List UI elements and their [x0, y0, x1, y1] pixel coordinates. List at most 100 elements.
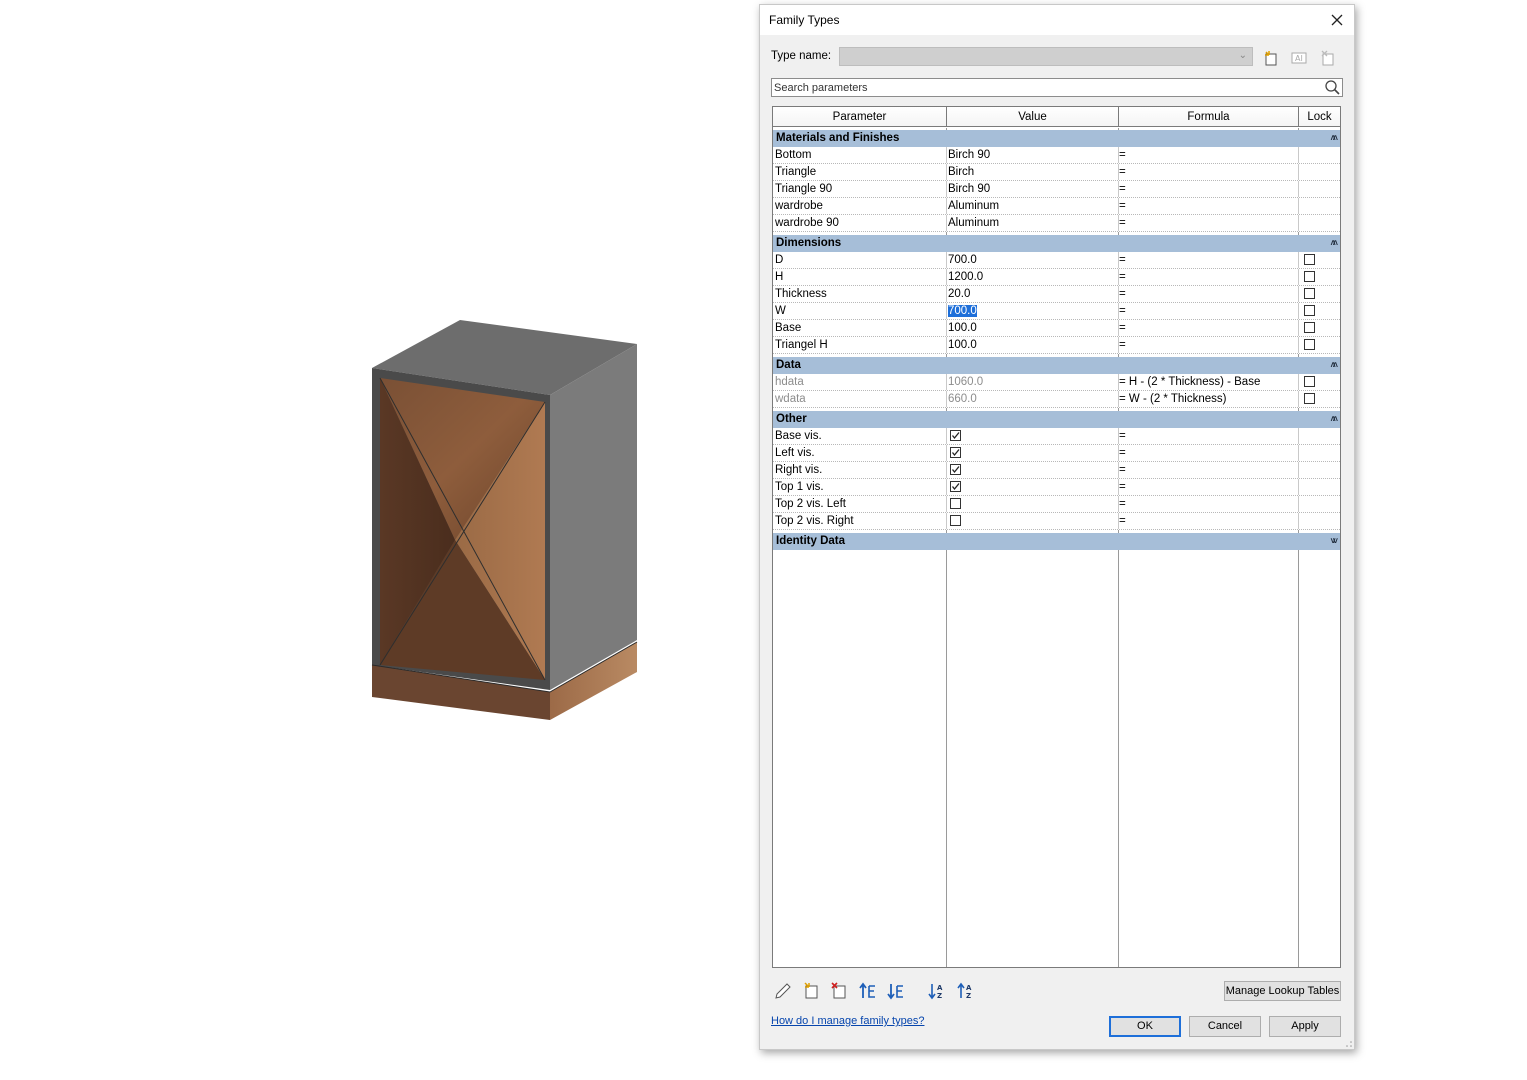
collapse-icon[interactable]: ˄˄ — [1330, 411, 1337, 428]
move-down-button[interactable] — [886, 982, 906, 1000]
parameter-value[interactable]: 20.0 — [948, 286, 1116, 302]
parameter-row[interactable]: wardrobe Aluminum = — [773, 198, 1340, 215]
parameter-value[interactable]: 100.0 — [948, 337, 1116, 353]
cancel-button[interactable]: Cancel — [1189, 1016, 1261, 1037]
parameter-row[interactable]: wdata 660.0 = W - (2 * Thickness) — [773, 391, 1340, 408]
parameter-formula[interactable]: = — [1119, 164, 1297, 180]
lock-checkbox[interactable] — [1304, 305, 1315, 316]
group-header[interactable]: Materials and Finishes ˄˄ — [773, 130, 1340, 147]
collapse-icon[interactable]: ˄˄ — [1330, 235, 1337, 252]
value-checkbox[interactable] — [950, 481, 961, 492]
value-checkbox[interactable] — [950, 498, 961, 509]
lock-checkbox[interactable] — [1304, 376, 1315, 387]
parameter-value[interactable]: Birch 90 — [948, 147, 1116, 163]
lock-checkbox[interactable] — [1304, 288, 1315, 299]
parameter-row[interactable]: D 700.0 = — [773, 252, 1340, 269]
parameter-name: hdata — [775, 376, 804, 388]
parameter-value[interactable]: Birch — [948, 164, 1116, 180]
lock-checkbox[interactable] — [1304, 254, 1315, 265]
group-header[interactable]: Other ˄˄ — [773, 411, 1340, 428]
parameter-formula[interactable]: = — [1119, 428, 1297, 444]
value-checkbox[interactable] — [950, 464, 961, 475]
parameter-row[interactable]: Base vis. = — [773, 428, 1340, 445]
group-header[interactable]: Data ˄˄ — [773, 357, 1340, 374]
search-input[interactable] — [774, 80, 1314, 95]
expand-icon[interactable]: ˅˅ — [1330, 533, 1337, 550]
help-link[interactable]: How do I manage family types? — [771, 1015, 924, 1027]
column-header-parameter[interactable]: Parameter — [773, 107, 947, 127]
search-icon[interactable] — [1324, 79, 1340, 95]
parameter-row[interactable]: Right vis. = — [773, 462, 1340, 479]
parameter-formula[interactable]: = — [1119, 198, 1297, 214]
parameter-formula[interactable]: = — [1119, 269, 1297, 285]
parameter-row[interactable]: Thickness 20.0 = — [773, 286, 1340, 303]
collapse-icon[interactable]: ˄˄ — [1330, 130, 1337, 147]
parameter-formula[interactable]: = H - (2 * Thickness) - Base — [1119, 374, 1297, 390]
close-button[interactable] — [1326, 9, 1348, 31]
parameter-formula[interactable]: = — [1119, 303, 1297, 319]
apply-button[interactable]: Apply — [1269, 1016, 1341, 1037]
parameter-row[interactable]: W 700.0 = — [773, 303, 1340, 320]
parameter-formula[interactable]: = — [1119, 320, 1297, 336]
group-header[interactable]: Dimensions ˄˄ — [773, 235, 1340, 252]
parameter-formula[interactable]: = W - (2 * Thickness) — [1119, 391, 1297, 407]
column-header-formula[interactable]: Formula — [1119, 107, 1299, 127]
value-checkbox[interactable] — [950, 447, 961, 458]
edit-parameter-button[interactable] — [773, 982, 793, 1000]
parameter-formula[interactable]: = — [1119, 147, 1297, 163]
parameter-row[interactable]: Base 100.0 = — [773, 320, 1340, 337]
move-up-button[interactable] — [858, 982, 878, 1000]
parameter-formula[interactable]: = — [1119, 215, 1297, 231]
parameter-formula[interactable]: = — [1119, 445, 1297, 461]
parameter-formula[interactable]: = — [1119, 181, 1297, 197]
parameter-row[interactable]: wardrobe 90 Aluminum = — [773, 215, 1340, 232]
sort-descending-icon: A Z — [957, 982, 972, 1000]
resize-grip-icon[interactable] — [1344, 1039, 1352, 1047]
column-header-value[interactable]: Value — [947, 107, 1119, 127]
parameter-formula[interactable]: = — [1119, 513, 1297, 529]
parameter-value[interactable]: Birch 90 — [948, 181, 1116, 197]
delete-type-button[interactable] — [1319, 49, 1337, 67]
lock-checkbox[interactable] — [1304, 271, 1315, 282]
parameter-formula[interactable]: = — [1119, 479, 1297, 495]
parameter-formula[interactable]: = — [1119, 462, 1297, 478]
sort-descending-button[interactable]: A Z — [956, 982, 976, 1000]
parameter-formula[interactable]: = — [1119, 337, 1297, 353]
parameter-value[interactable]: Aluminum — [948, 198, 1116, 214]
parameter-value[interactable]: 700.0 — [948, 252, 1116, 268]
parameter-row[interactable]: Top 1 vis. = — [773, 479, 1340, 496]
parameter-row[interactable]: Left vis. = — [773, 445, 1340, 462]
parameter-row[interactable]: Triangel H 100.0 = — [773, 337, 1340, 354]
parameter-row[interactable]: Bottom Birch 90 = — [773, 147, 1340, 164]
parameter-row[interactable]: Top 2 vis. Right = — [773, 513, 1340, 530]
parameter-row[interactable]: Top 2 vis. Left = — [773, 496, 1340, 513]
collapse-icon[interactable]: ˄˄ — [1330, 357, 1337, 374]
ok-button[interactable]: OK — [1109, 1016, 1181, 1037]
model-viewport[interactable] — [0, 0, 758, 1080]
lock-checkbox[interactable] — [1304, 339, 1315, 350]
type-name-dropdown[interactable]: ⌄ — [839, 47, 1253, 66]
parameter-value[interactable]: 700.0 — [948, 303, 1116, 319]
new-parameter-button[interactable] — [801, 982, 821, 1000]
value-checkbox[interactable] — [950, 515, 961, 526]
parameter-value[interactable]: Aluminum — [948, 215, 1116, 231]
new-type-button[interactable] — [1262, 49, 1280, 67]
rename-type-button[interactable]: AI — [1290, 49, 1308, 67]
value-checkbox[interactable] — [950, 430, 961, 441]
parameter-formula[interactable]: = — [1119, 496, 1297, 512]
parameter-row[interactable]: Triangle 90 Birch 90 = — [773, 181, 1340, 198]
parameter-row[interactable]: hdata 1060.0 = H - (2 * Thickness) - Base — [773, 374, 1340, 391]
parameter-row[interactable]: H 1200.0 = — [773, 269, 1340, 286]
parameter-formula[interactable]: = — [1119, 252, 1297, 268]
parameter-value[interactable]: 1200.0 — [948, 269, 1116, 285]
lock-checkbox[interactable] — [1304, 322, 1315, 333]
parameter-value[interactable]: 100.0 — [948, 320, 1116, 336]
parameter-formula[interactable]: = — [1119, 286, 1297, 302]
parameter-row[interactable]: Triangle Birch = — [773, 164, 1340, 181]
column-header-lock[interactable]: Lock — [1299, 107, 1340, 127]
lock-checkbox[interactable] — [1304, 393, 1315, 404]
sort-ascending-button[interactable]: A Z — [927, 982, 947, 1000]
delete-parameter-button[interactable] — [829, 982, 849, 1000]
group-header[interactable]: Identity Data ˅˅ — [773, 533, 1340, 550]
manage-lookup-tables-button[interactable]: Manage Lookup Tables — [1224, 981, 1341, 1001]
